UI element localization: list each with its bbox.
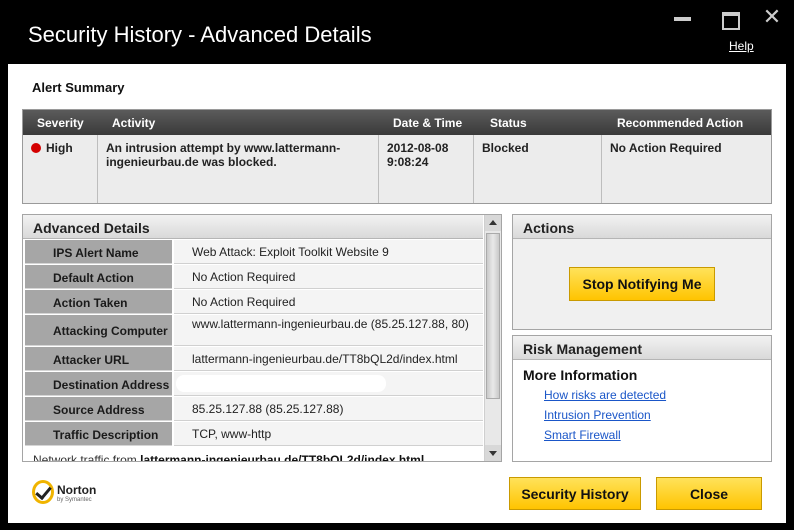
redacted-value: [176, 375, 386, 392]
close-icon[interactable]: ✕: [761, 6, 783, 28]
detail-row-attacker-url: Attacker URL lattermann-ingenieurbau.de/…: [25, 347, 483, 372]
detail-value: www.lattermann-ingenieurbau.de (85.25.12…: [174, 315, 483, 346]
datetime-cell: 2012-08-08 9:08:24: [379, 135, 474, 203]
column-date-time: Date & Time: [393, 116, 463, 130]
help-link[interactable]: Help: [729, 39, 754, 53]
time-value: 9:08:24: [387, 155, 429, 169]
norton-check-icon: [32, 480, 54, 504]
advanced-details-description: Network traffic from lattermann-ingenieu…: [33, 453, 483, 462]
advanced-details-panel: Advanced Details IPS Alert Name Web Atta…: [22, 214, 502, 462]
status-value: Blocked: [482, 141, 529, 155]
detail-row-destination-address: Destination Address: [25, 372, 483, 397]
link-how-risks-detected[interactable]: How risks are detected: [544, 388, 666, 402]
status-cell: Blocked: [474, 135, 602, 203]
column-recommended-action: Recommended Action: [617, 116, 744, 130]
norton-brand-sub: by Symantec: [57, 497, 92, 503]
detail-label: Action Taken: [25, 290, 172, 314]
detail-label: Source Address: [25, 397, 172, 421]
detail-row-source-address: Source Address 85.25.127.88 (85.25.127.8…: [25, 397, 483, 422]
detail-row-action-taken: Action Taken No Action Required: [25, 290, 483, 315]
recommended-action-cell: No Action Required: [602, 135, 771, 203]
column-status: Status: [490, 116, 527, 130]
close-button[interactable]: Close: [656, 477, 762, 510]
table-row[interactable]: High An intrusion attempt by www.latterm…: [23, 135, 771, 203]
activity-value: An intrusion attempt by www.lattermann-i…: [106, 141, 341, 169]
alert-summary-header: Severity Activity Date & Time Status Rec…: [23, 110, 771, 135]
detail-row-default-action: Default Action No Action Required: [25, 265, 483, 290]
column-activity: Activity: [112, 116, 156, 130]
window-content: Alert Summary Severity Activity Date & T…: [8, 64, 786, 523]
detail-row-traffic-description: Traffic Description TCP, www-http: [25, 422, 483, 447]
security-history-button[interactable]: Security History: [509, 477, 641, 510]
scroll-down-icon[interactable]: [485, 445, 501, 461]
severity-value: High: [46, 141, 73, 155]
window-title: Security History - Advanced Details: [28, 22, 372, 47]
advanced-details-scrollbar[interactable]: [484, 215, 501, 461]
recommended-action-value: No Action Required: [610, 141, 722, 155]
severity-high-icon: [31, 143, 41, 153]
maximize-icon[interactable]: [719, 8, 741, 30]
stop-notifying-button[interactable]: Stop Notifying Me: [569, 267, 715, 301]
detail-label: Default Action: [25, 265, 172, 289]
title-bar: Security History - Advanced Details ✕ He…: [0, 0, 794, 64]
detail-label: Traffic Description: [25, 422, 172, 446]
column-severity: Severity: [37, 116, 84, 130]
alert-summary-table: Severity Activity Date & Time Status Rec…: [22, 109, 772, 204]
alert-summary-title: Alert Summary: [32, 80, 125, 95]
actions-title: Actions: [513, 215, 771, 239]
detail-value: No Action Required: [174, 290, 483, 314]
description-url: lattermann-ingenieurbau.de/TT8bQL2d/inde…: [140, 453, 425, 462]
scroll-thumb[interactable]: [486, 233, 500, 399]
advanced-details-title: Advanced Details: [23, 215, 483, 239]
minimize-icon[interactable]: [672, 8, 694, 30]
severity-cell: High: [23, 135, 98, 203]
activity-cell: An intrusion attempt by www.lattermann-i…: [98, 135, 379, 203]
link-smart-firewall[interactable]: Smart Firewall: [544, 428, 621, 442]
more-information-heading: More Information: [523, 367, 638, 383]
norton-logo: Norton by Symantec: [30, 478, 110, 508]
detail-label: Attacking Computer: [25, 315, 172, 346]
detail-value: lattermann-ingenieurbau.de/TT8bQL2d/inde…: [174, 347, 483, 371]
detail-label: Destination Address: [25, 372, 172, 396]
scroll-up-icon[interactable]: [485, 215, 501, 231]
norton-brand: Norton: [57, 483, 97, 497]
date-value: 2012-08-08: [387, 141, 449, 155]
detail-label: IPS Alert Name: [25, 240, 172, 264]
detail-value: TCP, www-http: [174, 422, 483, 446]
detail-row-attacking-computer: Attacking Computer www.lattermann-ingeni…: [25, 315, 483, 347]
detail-value: Web Attack: Exploit Toolkit Website 9: [174, 240, 483, 264]
actions-panel: Actions Stop Notifying Me: [512, 214, 772, 330]
detail-label: Attacker URL: [25, 347, 172, 371]
detail-value: No Action Required: [174, 265, 483, 289]
detail-value: 85.25.127.88 (85.25.127.88): [174, 397, 483, 421]
risk-management-panel: Risk Management More Information How ris…: [512, 335, 772, 462]
description-prefix: Network traffic from: [33, 453, 141, 462]
detail-row-ips-alert-name: IPS Alert Name Web Attack: Exploit Toolk…: [25, 240, 483, 265]
detail-value: [174, 372, 483, 396]
link-intrusion-prevention[interactable]: Intrusion Prevention: [544, 408, 651, 422]
risk-management-title: Risk Management: [513, 336, 771, 360]
